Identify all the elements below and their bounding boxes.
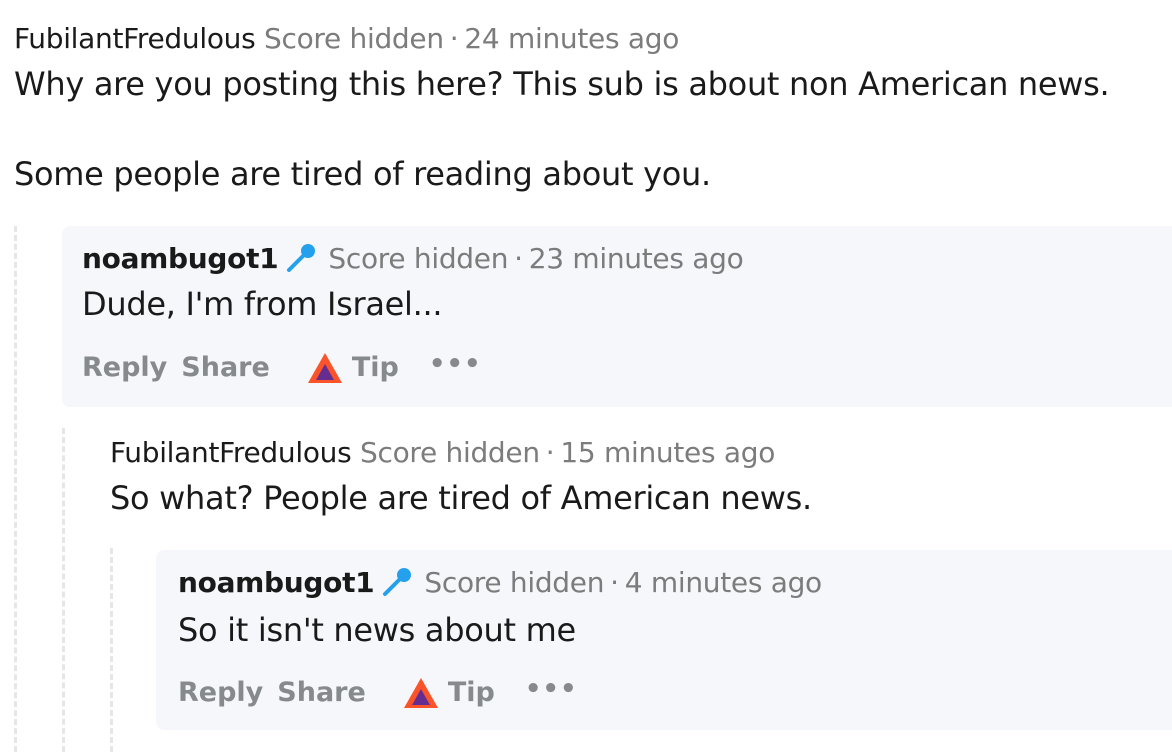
tip-button[interactable]: Tip — [284, 350, 399, 385]
username-link[interactable]: FubilantFredulous — [14, 22, 256, 55]
comment-actions: Reply Share Tip ••• — [82, 347, 482, 385]
username-link[interactable]: FubilantFredulous — [110, 436, 352, 469]
comment-header: noambugot1 Score hidden · 4 minutes ago — [178, 566, 822, 601]
comment-header: FubilantFredulous Score hidden · 15 minute… — [110, 436, 775, 470]
meta-separator: · — [610, 566, 619, 599]
tip-triangle-icon — [402, 676, 440, 710]
microphone-icon — [380, 565, 414, 599]
timestamp-link[interactable]: 24 minutes ago — [464, 22, 679, 55]
reply-button[interactable]: Reply — [82, 351, 167, 385]
more-options-button[interactable]: ••• — [429, 347, 482, 381]
username-link[interactable]: noambugot1 — [82, 242, 279, 275]
score-label: Score hidden — [424, 566, 605, 599]
microphone-icon — [284, 241, 318, 275]
meta-separator: · — [545, 436, 555, 469]
tip-label: Tip — [447, 676, 495, 708]
thread-line-level-2[interactable] — [62, 428, 65, 752]
comment-actions: Reply Share Tip ••• — [178, 672, 578, 710]
timestamp-link[interactable]: 4 minutes ago — [625, 566, 822, 599]
meta-separator: · — [449, 22, 459, 55]
comment-header: FubilantFredulous Score hidden · 24 minute… — [14, 22, 679, 56]
tip-label: Tip — [351, 351, 399, 383]
meta-separator: · — [514, 242, 523, 275]
comment-body-paragraph: Dude, I'm from Israel... — [82, 285, 443, 323]
timestamp-link[interactable]: 15 minutes ago — [560, 436, 775, 469]
score-label: Score hidden — [360, 436, 540, 469]
comment-header: noambugot1 Score hidden · 23 minutes ago — [82, 241, 744, 277]
comment-body-paragraph: Why are you posting this here? This sub … — [14, 65, 1110, 103]
tip-button[interactable]: Tip — [380, 675, 495, 710]
comment-body-paragraph: So it isn't news about me — [178, 611, 576, 649]
reply-button[interactable]: Reply — [178, 676, 263, 710]
more-options-button[interactable]: ••• — [525, 672, 578, 706]
share-button[interactable]: Share — [277, 676, 366, 710]
share-button[interactable]: Share — [181, 351, 270, 385]
tip-triangle-icon — [306, 351, 344, 385]
comment-body-paragraph: So what? People are tired of American ne… — [110, 479, 812, 517]
score-label: Score hidden — [328, 242, 509, 275]
username-link[interactable]: noambugot1 — [178, 566, 375, 599]
comment-body-paragraph: Some people are tired of reading about y… — [14, 155, 711, 193]
thread-line-level-1[interactable] — [14, 226, 17, 752]
thread-line-level-3[interactable] — [110, 548, 113, 752]
score-label: Score hidden — [264, 22, 444, 55]
timestamp-link[interactable]: 23 minutes ago — [529, 242, 744, 275]
